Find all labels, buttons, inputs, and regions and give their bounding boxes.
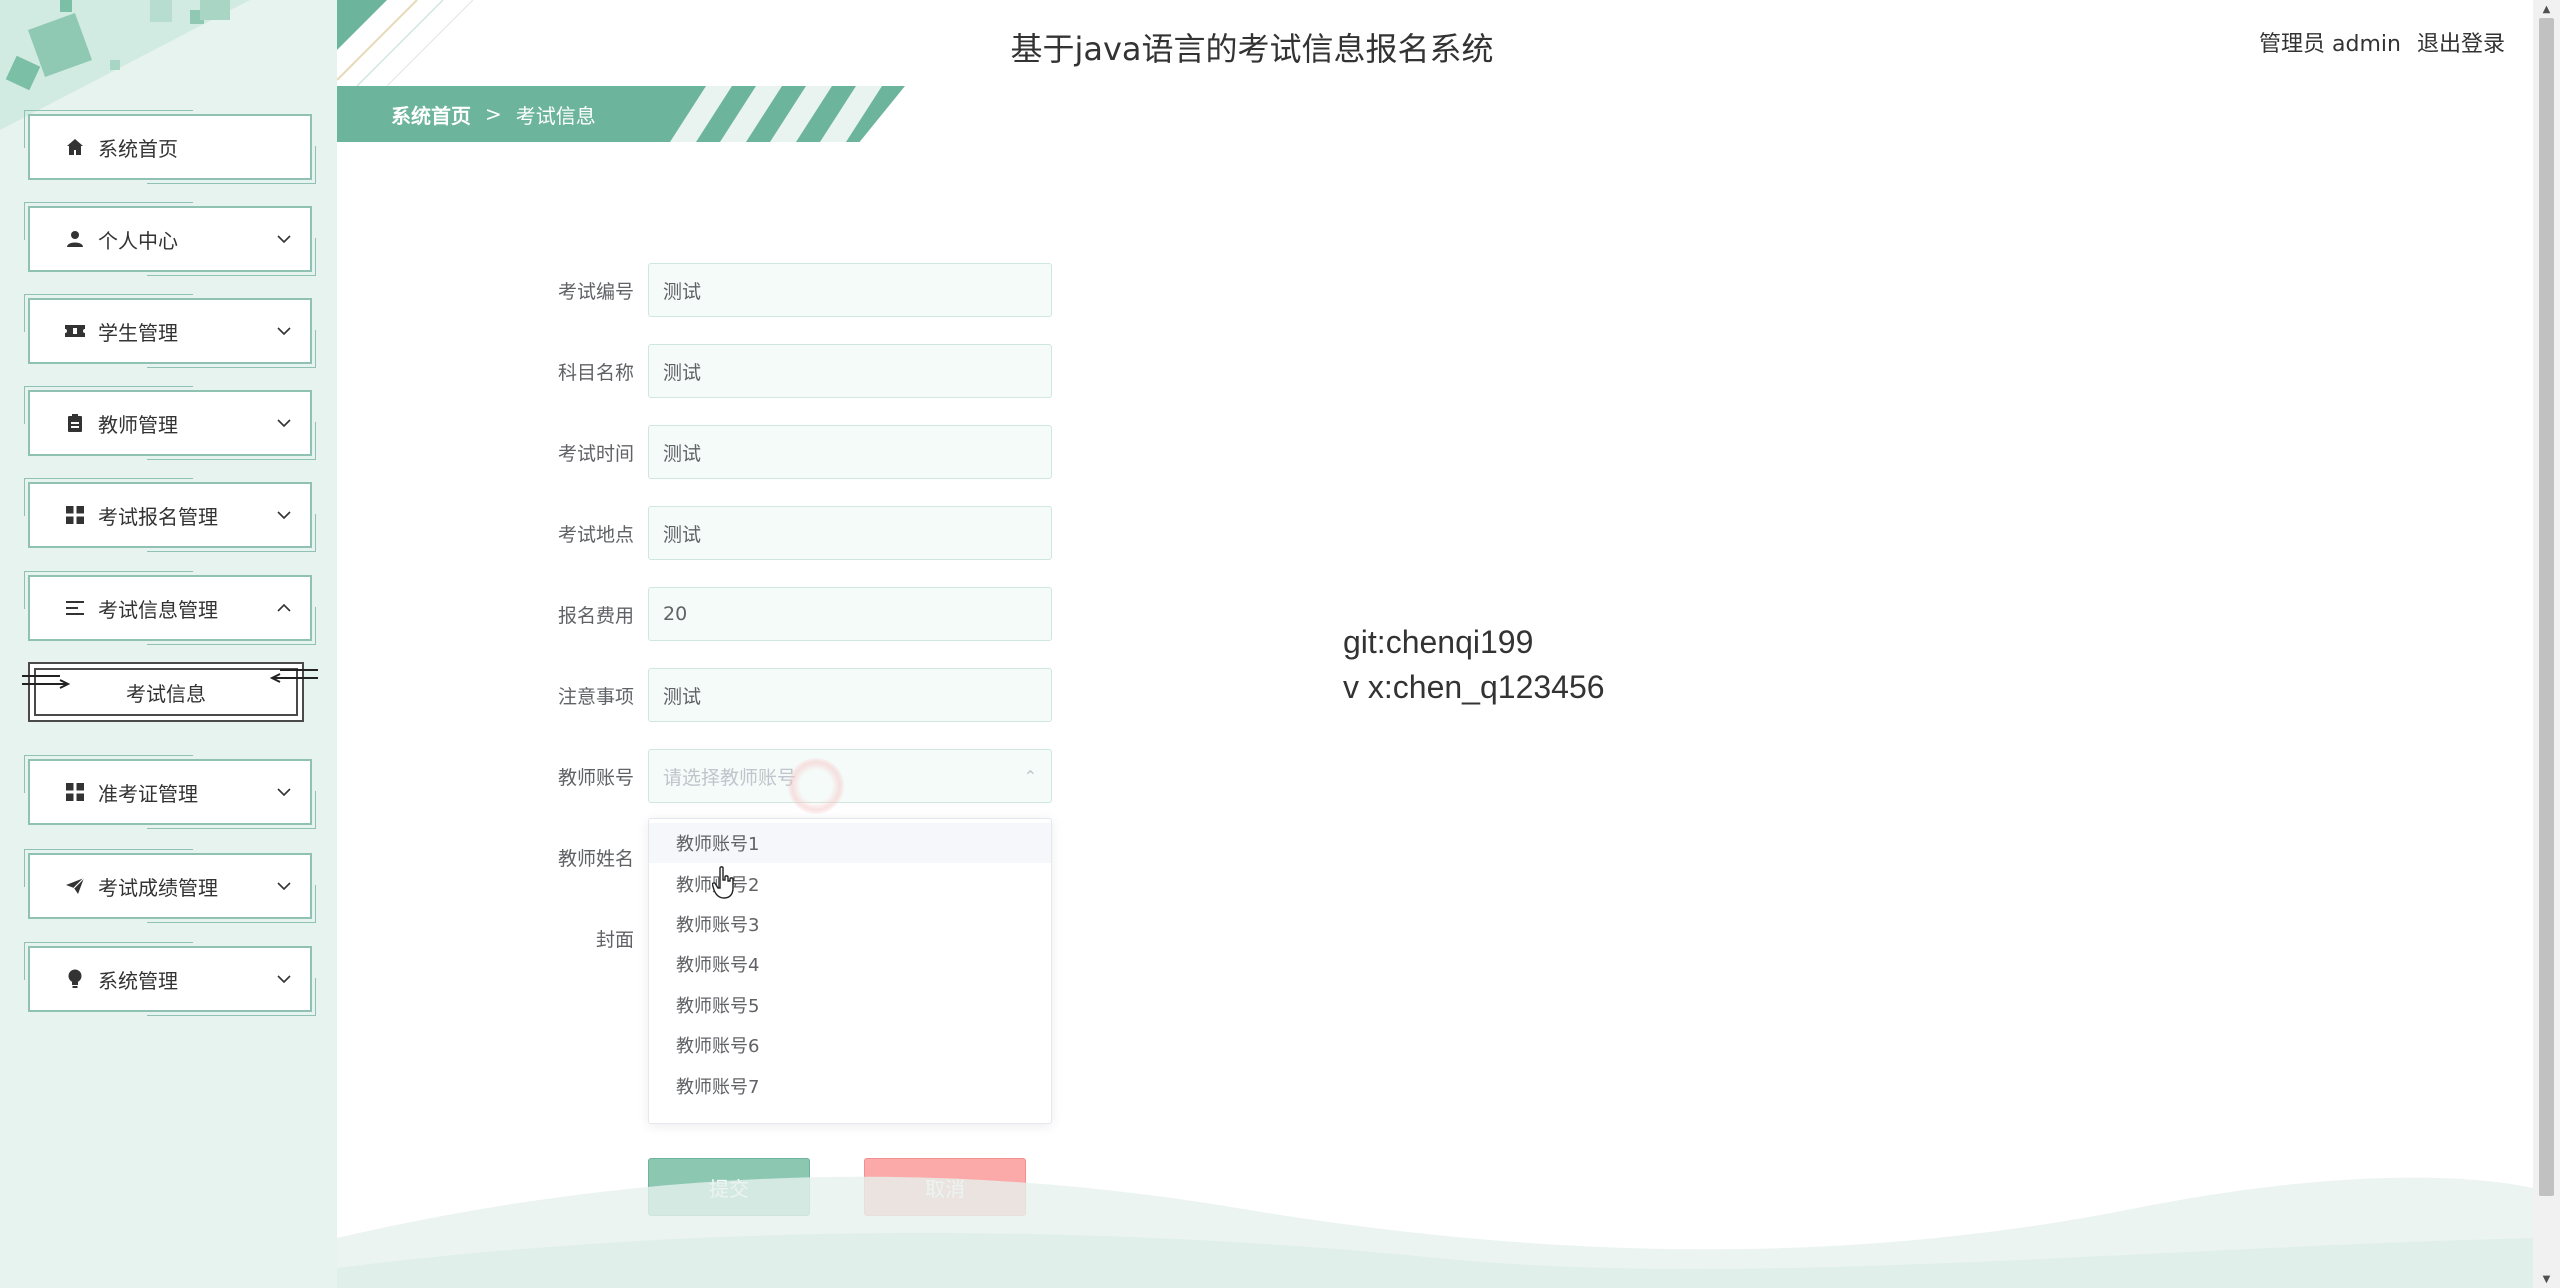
exam-location-label: 考试地点: [557, 523, 634, 546]
form-row-exam-location: 考试地点 测试: [540, 506, 1052, 560]
sidebar-item-label: 个人中心: [98, 228, 178, 253]
breadcrumb-current: 考试信息: [515, 103, 596, 128]
sidebar-item-student-management[interactable]: 学生管理: [24, 294, 316, 368]
click-ripple: [788, 758, 844, 814]
hand-cursor-icon: [712, 866, 734, 899]
notes-label: 注意事项: [557, 685, 634, 708]
dropdown-option[interactable]: 教师账号2: [649, 863, 1051, 903]
sidebar-item-label: 学生管理: [98, 320, 178, 345]
subject-name-label: 科目名称: [557, 361, 634, 384]
chevron-up-icon: [276, 600, 292, 616]
form-row-cover: 封面: [540, 911, 648, 965]
breadcrumb-stripes: [670, 86, 882, 142]
subject-name-input[interactable]: 测试: [648, 344, 1052, 398]
registration-fee-input[interactable]: 20: [648, 587, 1052, 641]
teacher-account-dropdown: 教师账号1 教师账号2 教师账号3 教师账号4 教师账号5 教师账号6 教师账号…: [648, 818, 1052, 1124]
form-row-notes: 注意事项 测试: [540, 668, 1052, 722]
sidebar-decoration: [0, 0, 250, 130]
sidebar-item-home[interactable]: 系统首页: [24, 110, 316, 184]
breadcrumb-separator: >: [485, 102, 502, 126]
sidebar-item-label: 系统管理: [98, 968, 178, 993]
chevron-down-icon: [276, 878, 292, 894]
watermark-line-1: git:chenqi199: [1343, 624, 1534, 660]
arrow-right-icon: [22, 675, 71, 689]
notes-input[interactable]: 测试: [648, 668, 1052, 722]
chevron-down-icon: [276, 415, 292, 431]
cover-label: 封面: [595, 928, 634, 951]
teacher-name-label: 教师姓名: [557, 847, 634, 870]
breadcrumb-home-link[interactable]: 系统首页: [391, 100, 471, 129]
chevron-down-icon: [276, 507, 292, 523]
page-title: 基于java语言的考试信息报名系统: [1010, 30, 1494, 68]
exam-time-label: 考试时间: [557, 442, 634, 465]
current-user: 管理员 admin: [2259, 32, 2401, 57]
sidebar-item-label: 教师管理: [98, 412, 178, 437]
bulb-icon: [64, 968, 86, 990]
registration-fee-label: 报名费用: [557, 604, 634, 627]
form-row-exam-number: 考试编号 测试: [540, 263, 1052, 317]
dropdown-option[interactable]: 教师账号7: [649, 1065, 1051, 1105]
dropdown-option[interactable]: 教师账号5: [649, 985, 1051, 1025]
dropdown-option[interactable]: 教师账号6: [649, 1025, 1051, 1065]
scroll-down-arrow-icon[interactable]: ▼: [2533, 1270, 2560, 1288]
sidebar: 系统首页 个人中心 学生管理 教师管理 考试报名管理 考试信息管理 考试信息 准…: [0, 0, 337, 1288]
dropdown-option[interactable]: 教师账号1: [649, 823, 1051, 864]
dropdown-option[interactable]: 教师账号4: [649, 944, 1051, 984]
teacher-account-placeholder: 请选择教师账号: [663, 766, 797, 789]
sidebar-item-teacher-management[interactable]: 教师管理: [24, 386, 316, 460]
grid-icon: [64, 504, 86, 526]
submenu-item-label: 考试信息: [126, 681, 206, 706]
background-wave: [337, 1176, 2533, 1288]
chevron-down-icon: [276, 323, 292, 339]
sidebar-item-label: 准考证管理: [98, 781, 198, 806]
sidebar-item-personal-center[interactable]: 个人中心: [24, 202, 316, 276]
form-row-registration-fee: 报名费用 20: [540, 587, 1052, 641]
chevron-down-icon: [276, 971, 292, 987]
form-row-exam-time: 考试时间 测试: [540, 425, 1052, 479]
sidebar-item-exam-registration-management[interactable]: 考试报名管理: [24, 478, 316, 552]
ticket-icon: [64, 320, 86, 342]
teacher-account-select[interactable]: 请选择教师账号 ⌃: [648, 749, 1052, 803]
teacher-account-label: 教师账号: [557, 766, 634, 789]
watermark-line-2: v x:chen_q123456: [1343, 669, 1605, 705]
exam-location-input[interactable]: 测试: [648, 506, 1052, 560]
person-icon: [64, 228, 86, 250]
page-scrollbar[interactable]: ▲ ▼: [2533, 0, 2560, 1288]
form-row-teacher-name: 教师姓名: [540, 830, 648, 884]
home-icon: [64, 136, 86, 158]
clipboard-icon: [64, 412, 86, 434]
watermark-text: git:chenqi199 v x:chen_q123456: [1343, 620, 1605, 710]
sidebar-item-system-management[interactable]: 系统管理: [24, 942, 316, 1016]
form-row-subject-name: 科目名称 测试: [540, 344, 1052, 398]
logout-button[interactable]: 退出登录: [2417, 26, 2505, 58]
exam-number-input[interactable]: 测试: [648, 263, 1052, 317]
chevron-down-icon: [276, 784, 292, 800]
list-icon: [64, 597, 86, 619]
send-icon: [64, 875, 86, 897]
exam-number-label: 考试编号: [557, 280, 634, 303]
arrow-left-icon: [269, 669, 318, 683]
sidebar-item-label: 考试信息管理: [98, 597, 218, 622]
sidebar-item-exam-info-management[interactable]: 考试信息管理: [24, 571, 316, 645]
sidebar-item-label: 系统首页: [98, 136, 178, 161]
sidebar-item-exam-score-management[interactable]: 考试成绩管理: [24, 849, 316, 923]
sidebar-item-label: 考试成绩管理: [98, 875, 218, 900]
header-user-area: 管理员 admin 退出登录: [2259, 26, 2505, 58]
grid-icon: [64, 781, 86, 803]
sidebar-item-label: 考试报名管理: [98, 504, 218, 529]
sidebar-item-admission-ticket-management[interactable]: 准考证管理: [24, 755, 316, 829]
scroll-up-arrow-icon[interactable]: ▲: [2533, 0, 2560, 18]
chevron-up-icon: ⌃: [1023, 766, 1037, 786]
dropdown-option[interactable]: 教师账号3: [649, 904, 1051, 944]
chevron-down-icon: [276, 231, 292, 247]
exam-time-input[interactable]: 测试: [648, 425, 1052, 479]
header: 基于java语言的考试信息报名系统 管理员 admin 退出登录: [337, 0, 2533, 86]
scrollbar-thumb[interactable]: [2539, 18, 2554, 1196]
